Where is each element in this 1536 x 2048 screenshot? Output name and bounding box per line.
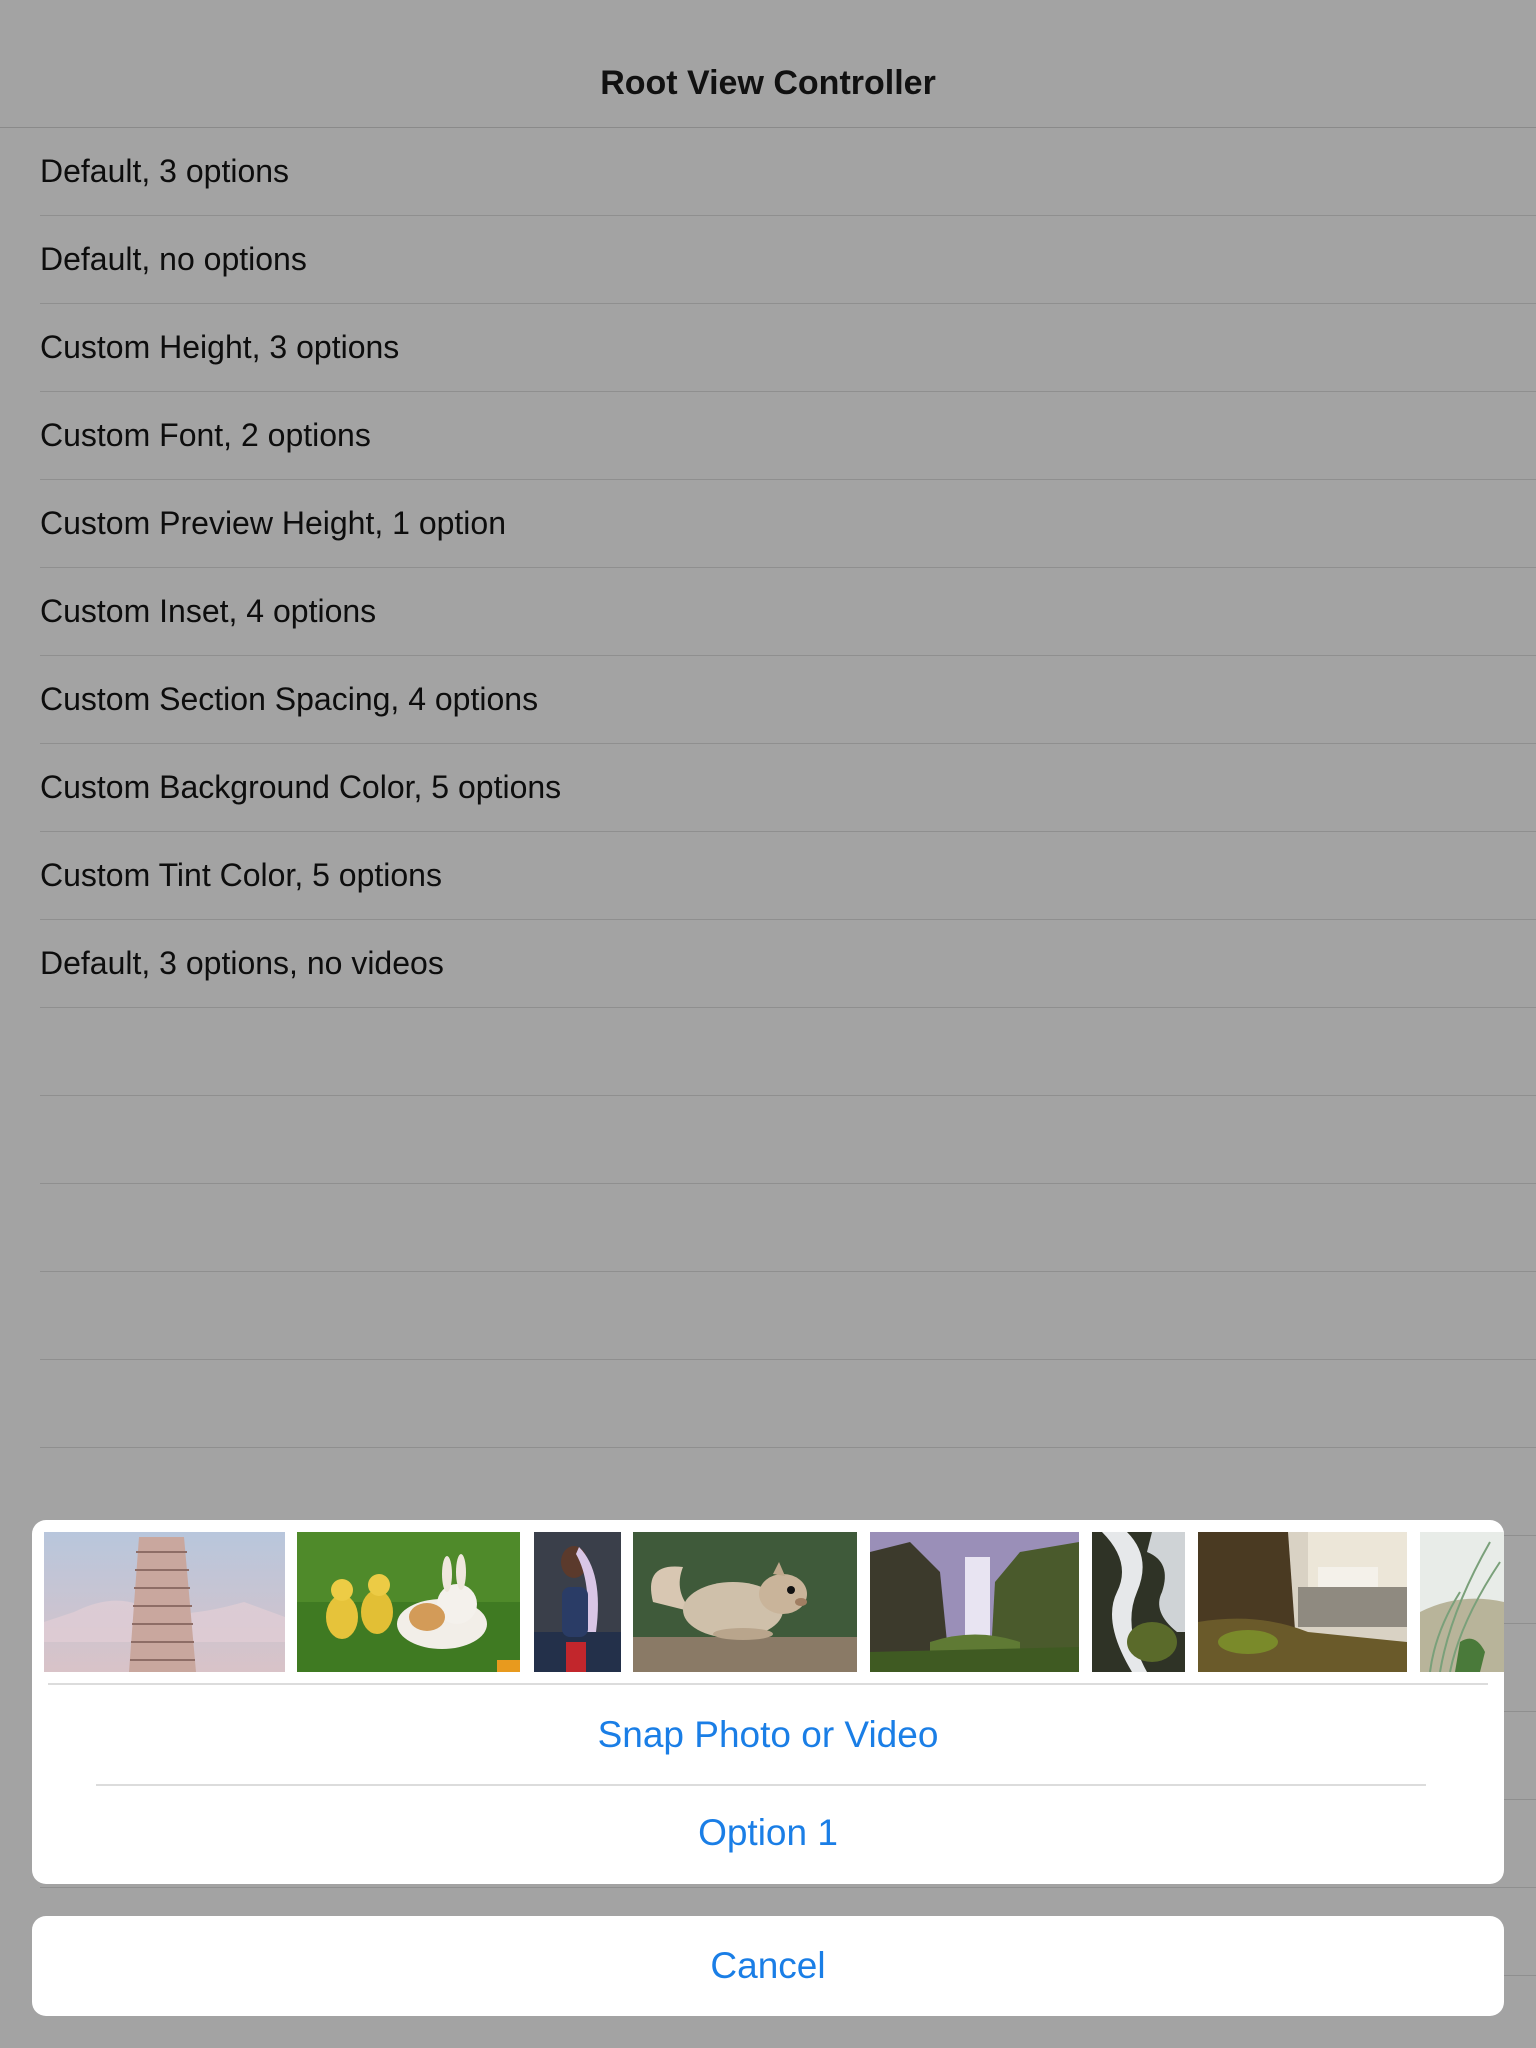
empty-table-row bbox=[40, 1360, 1536, 1448]
empty-table-row bbox=[40, 1272, 1536, 1360]
navigation-bar: Root View Controller bbox=[0, 0, 1536, 128]
option-1-button[interactable]: Option 1 bbox=[32, 1784, 1504, 1882]
table-row[interactable]: Custom Height, 3 options bbox=[40, 304, 1536, 392]
table-row[interactable]: Custom Inset, 4 options bbox=[40, 568, 1536, 656]
photo-thumbnail-athlete[interactable] bbox=[534, 1532, 621, 1672]
row-label: Default, no options bbox=[40, 241, 307, 277]
photo-thumbnail-ducklings[interactable] bbox=[297, 1532, 520, 1672]
row-label: Custom Font, 2 options bbox=[40, 417, 371, 453]
table-row[interactable]: Custom Background Color, 5 options bbox=[40, 744, 1536, 832]
cancel-button[interactable]: Cancel bbox=[32, 1916, 1504, 2016]
photo-thumbnail-squirrel[interactable] bbox=[633, 1532, 857, 1672]
row-label: Default, 3 options, no videos bbox=[40, 945, 444, 981]
snap-photo-button[interactable]: Snap Photo or Video bbox=[32, 1686, 1504, 1784]
row-label: Default, 3 options bbox=[40, 153, 290, 189]
photo-thumbnail-coast[interactable] bbox=[1198, 1532, 1407, 1672]
preview-separator bbox=[48, 1683, 1488, 1685]
row-label: Custom Preview Height, 1 option bbox=[40, 505, 506, 541]
empty-table-row bbox=[40, 1008, 1536, 1096]
photo-thumbnail-tower[interactable] bbox=[44, 1532, 285, 1672]
photo-preview-strip[interactable] bbox=[32, 1520, 1504, 1672]
row-label: Custom Section Spacing, 4 options bbox=[40, 681, 539, 717]
photo-thumbnail-grass[interactable] bbox=[1420, 1532, 1504, 1672]
table-row[interactable]: Default, 3 options, no videos bbox=[40, 920, 1536, 1008]
table-row[interactable]: Custom Font, 2 options bbox=[40, 392, 1536, 480]
table-row[interactable]: Custom Tint Color, 5 options bbox=[40, 832, 1536, 920]
row-label: Custom Height, 3 options bbox=[40, 329, 400, 365]
row-label: Custom Tint Color, 5 options bbox=[40, 857, 442, 893]
photo-thumbnail-cascade[interactable] bbox=[1092, 1532, 1185, 1672]
row-label: Custom Background Color, 5 options bbox=[40, 769, 562, 805]
table-row[interactable]: Default, 3 options bbox=[40, 128, 1536, 216]
table-row[interactable]: Custom Section Spacing, 4 options bbox=[40, 656, 1536, 744]
photo-thumbnail-waterfall[interactable] bbox=[870, 1532, 1079, 1672]
table-row[interactable]: Default, no options bbox=[40, 216, 1536, 304]
action-sheet: Snap Photo or Video Option 1 bbox=[32, 1520, 1504, 1884]
table-row[interactable]: Custom Preview Height, 1 option bbox=[40, 480, 1536, 568]
empty-table-row bbox=[40, 1096, 1536, 1184]
empty-table-row bbox=[40, 1184, 1536, 1272]
row-label: Custom Inset, 4 options bbox=[40, 593, 377, 629]
page-title: Root View Controller bbox=[600, 64, 936, 102]
